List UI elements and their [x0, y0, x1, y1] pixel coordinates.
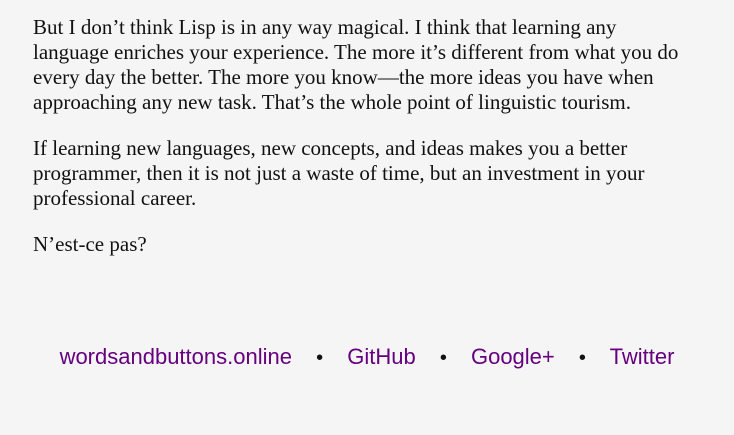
github-link[interactable]: GitHub [347, 344, 415, 369]
separator-dot: • [439, 347, 447, 369]
text-line: every day the better. The more you know—… [33, 65, 654, 89]
text-line: language enriches your experience. The m… [33, 40, 679, 64]
separator-dot: • [578, 347, 586, 369]
paragraph-nest-ce-pas: N’est-ce pas? [33, 232, 703, 257]
twitter-link[interactable]: Twitter [610, 344, 675, 369]
separator-dot: • [316, 347, 324, 369]
google-plus-link[interactable]: Google+ [471, 344, 555, 369]
paragraph-lisp-magic: But I don’t think Lisp is in any way mag… [33, 15, 703, 115]
text-line: But I don’t think Lisp is in any way mag… [33, 15, 617, 39]
text-line: professional career. [33, 186, 197, 210]
text-line: N’est-ce pas? [33, 232, 147, 256]
text-line: approaching any new task. That’s the who… [33, 90, 632, 114]
text-line: programmer, then it is not just a waste … [33, 161, 645, 185]
article-content: But I don’t think Lisp is in any way mag… [33, 15, 703, 278]
site-home-link[interactable]: wordsandbuttons.online [60, 344, 292, 369]
text-line: If learning new languages, new concepts,… [33, 136, 628, 160]
footer-links: wordsandbuttons.online • GitHub • Google… [0, 340, 734, 375]
paragraph-investment: If learning new languages, new concepts,… [33, 136, 703, 211]
